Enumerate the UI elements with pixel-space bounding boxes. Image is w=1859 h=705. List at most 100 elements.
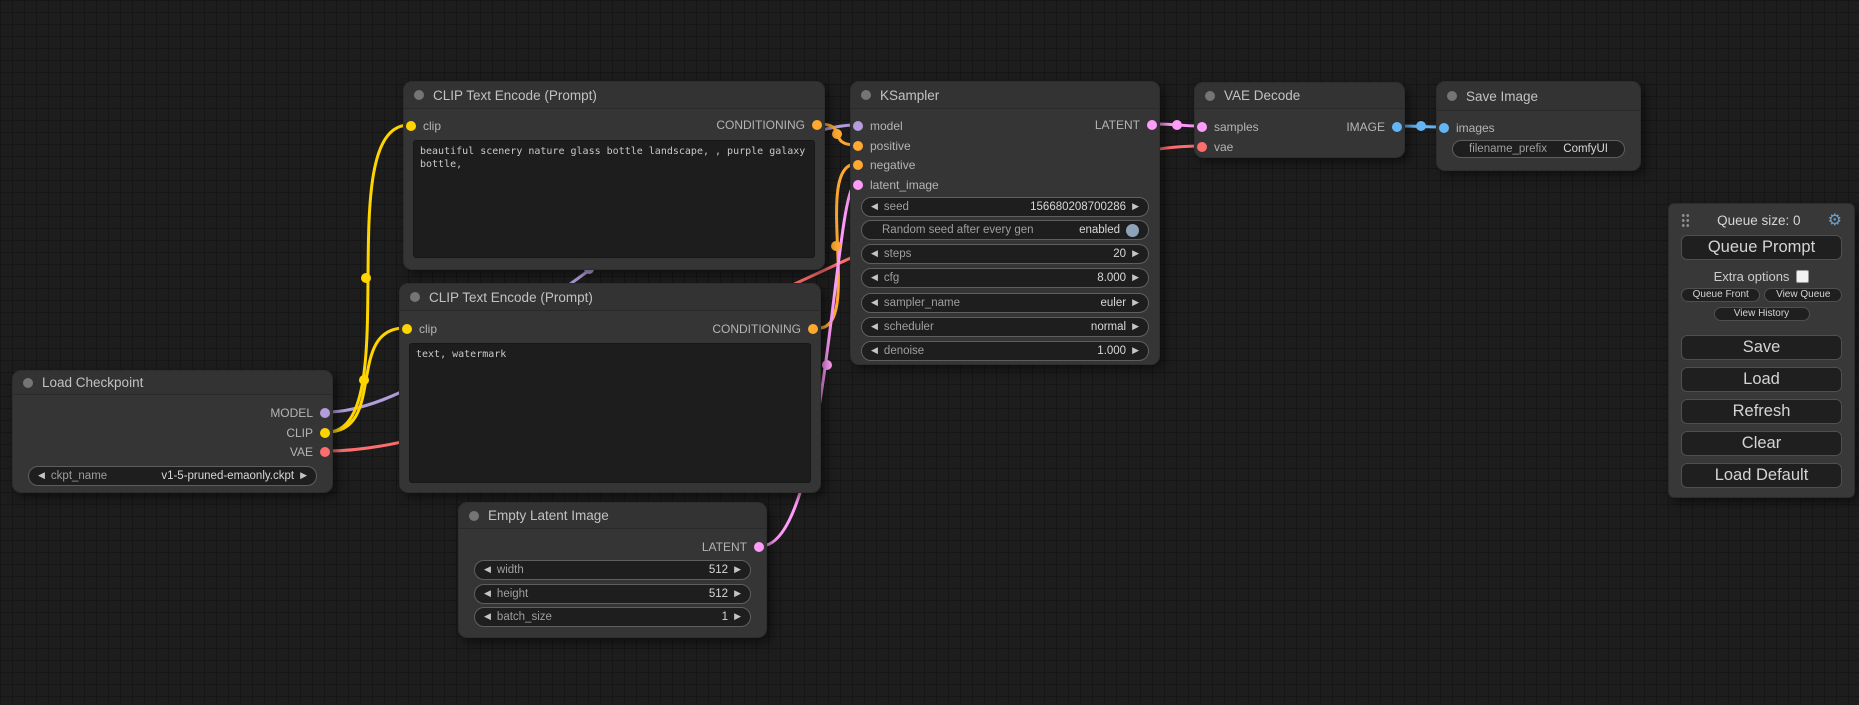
output-slot-conditioning[interactable]: CONDITIONING: [712, 320, 818, 338]
increment-arrow-icon[interactable]: ▶: [734, 566, 741, 575]
collapse-dot-icon[interactable]: [414, 90, 424, 100]
collapse-dot-icon[interactable]: [1447, 91, 1457, 101]
node-ksampler[interactable]: KSampler model positive negative latent_…: [850, 81, 1160, 365]
node-titlebar[interactable]: Empty Latent Image: [459, 503, 766, 529]
toggle-knob-icon[interactable]: [1126, 224, 1139, 237]
load-default-button[interactable]: Load Default: [1681, 463, 1842, 488]
queue-prompt-button[interactable]: Queue Prompt: [1681, 235, 1842, 260]
input-slot-clip[interactable]: clip: [406, 117, 441, 135]
widget-height[interactable]: ◀ height 512 ▶: [474, 584, 751, 604]
increment-arrow-icon[interactable]: ▶: [734, 613, 741, 622]
widget-scheduler[interactable]: ◀ scheduler normal ▶: [861, 317, 1149, 337]
decrement-arrow-icon[interactable]: ◀: [871, 323, 878, 332]
port-dot[interactable]: [320, 428, 330, 438]
output-slot-model[interactable]: MODEL: [270, 404, 330, 422]
output-slot-image[interactable]: IMAGE: [1346, 118, 1402, 136]
prompt-textarea[interactable]: beautiful scenery nature glass bottle la…: [413, 140, 815, 258]
node-titlebar[interactable]: Load Checkpoint: [13, 371, 332, 395]
input-slot-vae[interactable]: vae: [1197, 138, 1233, 156]
save-button[interactable]: Save: [1681, 335, 1842, 360]
increment-arrow-icon[interactable]: ▶: [1132, 250, 1139, 259]
port-dot[interactable]: [808, 324, 818, 334]
port-dot[interactable]: [320, 447, 330, 457]
increment-arrow-icon[interactable]: ▶: [300, 472, 307, 481]
decrement-arrow-icon[interactable]: ◀: [871, 299, 878, 308]
input-slot-samples[interactable]: samples: [1197, 118, 1259, 136]
node-titlebar[interactable]: VAE Decode: [1195, 83, 1404, 109]
widget-seed[interactable]: ◀ seed 156680208700286 ▶: [861, 197, 1149, 217]
clear-button[interactable]: Clear: [1681, 431, 1842, 456]
output-slot-clip[interactable]: CLIP: [286, 424, 330, 442]
port-dot[interactable]: [853, 180, 863, 190]
collapse-dot-icon[interactable]: [1205, 91, 1215, 101]
port-dot[interactable]: [1147, 120, 1157, 130]
output-slot-latent[interactable]: LATENT: [702, 538, 764, 556]
drag-handle-icon[interactable]: [1681, 213, 1690, 228]
increment-arrow-icon[interactable]: ▶: [1132, 347, 1139, 356]
increment-arrow-icon[interactable]: ▶: [1132, 299, 1139, 308]
input-slot-latent-image[interactable]: latent_image: [853, 176, 939, 194]
port-dot[interactable]: [402, 324, 412, 334]
prompt-textarea[interactable]: text, watermark: [409, 343, 811, 483]
decrement-arrow-icon[interactable]: ◀: [871, 274, 878, 283]
view-queue-button[interactable]: View Queue: [1764, 288, 1842, 302]
load-button[interactable]: Load: [1681, 367, 1842, 392]
extra-options-checkbox[interactable]: [1796, 270, 1809, 283]
increment-arrow-icon[interactable]: ▶: [734, 590, 741, 599]
port-dot[interactable]: [853, 121, 863, 131]
collapse-dot-icon[interactable]: [861, 90, 871, 100]
view-history-button[interactable]: View History: [1714, 307, 1810, 321]
gear-icon[interactable]: ⚙: [1828, 212, 1842, 228]
node-clip-text-encode-positive[interactable]: CLIP Text Encode (Prompt) clip CONDITION…: [403, 81, 825, 270]
node-titlebar[interactable]: KSampler: [851, 82, 1159, 109]
collapse-dot-icon[interactable]: [469, 511, 479, 521]
node-load-checkpoint[interactable]: Load Checkpoint MODEL CLIP VAE ◀ ckpt_na…: [12, 370, 333, 493]
input-slot-images[interactable]: images: [1439, 119, 1495, 137]
collapse-dot-icon[interactable]: [23, 378, 33, 388]
widget-denoise[interactable]: ◀ denoise 1.000 ▶: [861, 341, 1149, 361]
decrement-arrow-icon[interactable]: ◀: [484, 590, 491, 599]
output-slot-latent[interactable]: LATENT: [1095, 116, 1157, 134]
node-vae-decode[interactable]: VAE Decode samples vae IMAGE: [1194, 82, 1405, 158]
widget-random-seed-toggle[interactable]: Random seed after every gen enabled: [861, 220, 1149, 240]
node-titlebar[interactable]: CLIP Text Encode (Prompt): [404, 82, 824, 109]
widget-width[interactable]: ◀ width 512 ▶: [474, 560, 751, 580]
port-dot[interactable]: [320, 408, 330, 418]
output-slot-conditioning[interactable]: CONDITIONING: [716, 116, 822, 134]
port-dot[interactable]: [1197, 142, 1207, 152]
input-slot-negative[interactable]: negative: [853, 156, 915, 174]
node-clip-text-encode-negative[interactable]: CLIP Text Encode (Prompt) clip CONDITION…: [399, 283, 821, 493]
port-dot[interactable]: [1392, 122, 1402, 132]
widget-sampler-name[interactable]: ◀ sampler_name euler ▶: [861, 293, 1149, 313]
input-slot-clip[interactable]: clip: [402, 320, 437, 338]
widget-steps[interactable]: ◀ steps 20 ▶: [861, 244, 1149, 264]
decrement-arrow-icon[interactable]: ◀: [871, 347, 878, 356]
port-dot[interactable]: [1439, 123, 1449, 133]
decrement-arrow-icon[interactable]: ◀: [38, 472, 45, 481]
node-titlebar[interactable]: Save Image: [1437, 82, 1640, 111]
node-save-image[interactable]: Save Image images filename_prefix ComfyU…: [1436, 81, 1641, 171]
decrement-arrow-icon[interactable]: ◀: [871, 203, 878, 212]
port-dot[interactable]: [853, 160, 863, 170]
widget-cfg[interactable]: ◀ cfg 8.000 ▶: [861, 268, 1149, 288]
increment-arrow-icon[interactable]: ▶: [1132, 323, 1139, 332]
node-graph-canvas[interactable]: Load Checkpoint MODEL CLIP VAE ◀ ckpt_na…: [0, 0, 1859, 705]
decrement-arrow-icon[interactable]: ◀: [871, 250, 878, 259]
output-slot-vae[interactable]: VAE: [290, 443, 330, 461]
collapse-dot-icon[interactable]: [410, 292, 420, 302]
increment-arrow-icon[interactable]: ▶: [1132, 203, 1139, 212]
port-dot[interactable]: [853, 141, 863, 151]
port-dot[interactable]: [1197, 122, 1207, 132]
node-empty-latent-image[interactable]: Empty Latent Image LATENT ◀ width 512 ▶ …: [458, 502, 767, 638]
refresh-button[interactable]: Refresh: [1681, 399, 1842, 424]
decrement-arrow-icon[interactable]: ◀: [484, 566, 491, 575]
queue-front-button[interactable]: Queue Front: [1681, 288, 1760, 302]
input-slot-model[interactable]: model: [853, 117, 903, 135]
port-dot[interactable]: [406, 121, 416, 131]
widget-batch-size[interactable]: ◀ batch_size 1 ▶: [474, 607, 751, 627]
port-dot[interactable]: [812, 120, 822, 130]
increment-arrow-icon[interactable]: ▶: [1132, 274, 1139, 283]
port-dot[interactable]: [754, 542, 764, 552]
node-titlebar[interactable]: CLIP Text Encode (Prompt): [400, 284, 820, 311]
widget-filename-prefix[interactable]: filename_prefix ComfyUI: [1452, 140, 1625, 158]
